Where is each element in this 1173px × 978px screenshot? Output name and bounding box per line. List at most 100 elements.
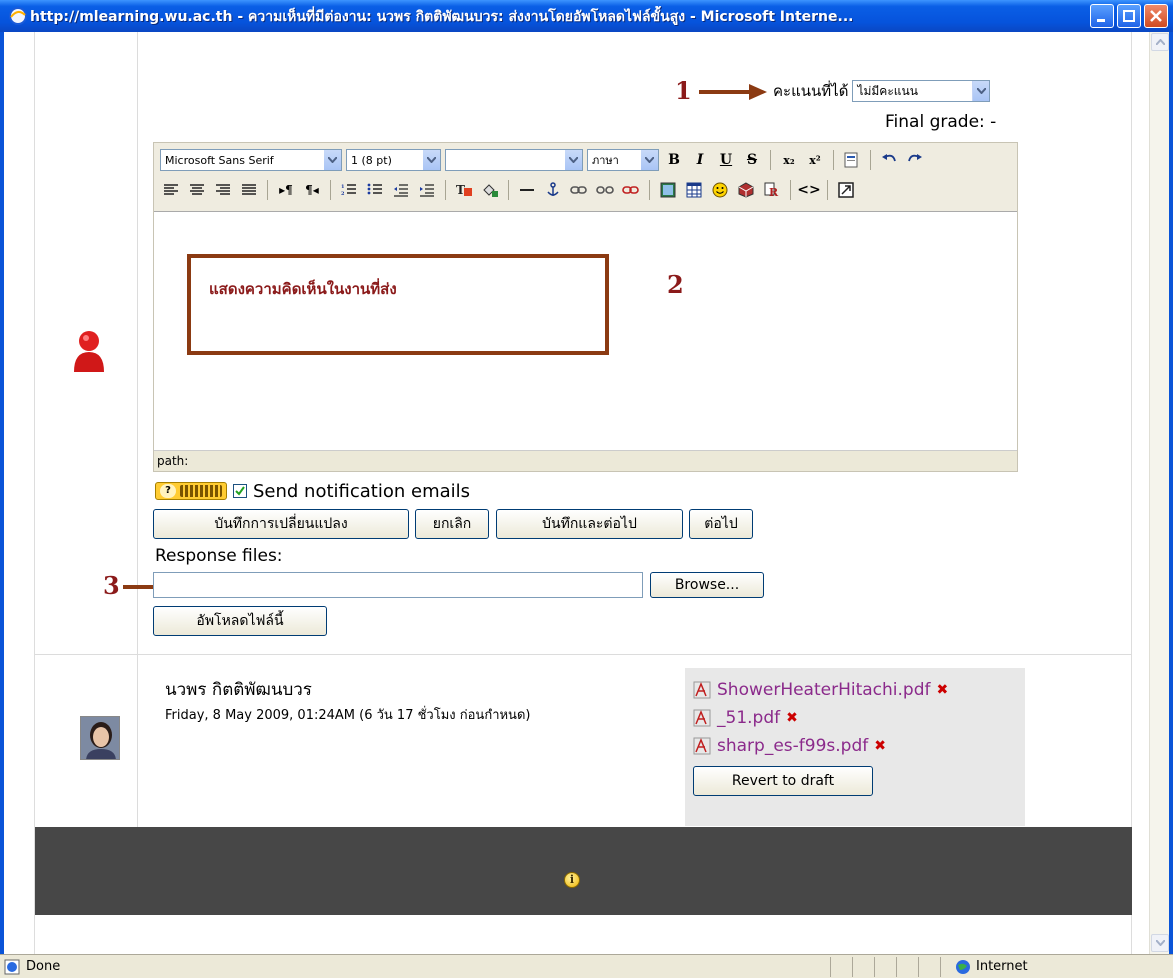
save-and-next-button[interactable]: บันทึกและต่อไป xyxy=(496,509,683,539)
window-title: http://mlearning.wu.ac.th - ความเห็นที่ม… xyxy=(30,9,854,25)
anchor-button[interactable] xyxy=(542,179,564,201)
submitter-avatar xyxy=(80,716,120,760)
align-center-icon xyxy=(190,184,204,195)
ltr-button[interactable]: ▸¶ xyxy=(275,179,297,201)
annotation-number-2: 2 xyxy=(667,270,684,299)
globe-icon xyxy=(956,960,970,974)
justify-button[interactable] xyxy=(238,179,260,201)
status-divider xyxy=(874,957,875,977)
insert-table-button[interactable] xyxy=(683,179,705,201)
toolbar-separator xyxy=(790,180,791,200)
text-color-button[interactable]: T xyxy=(453,179,475,201)
ordered-list-button[interactable]: 12 xyxy=(338,179,360,201)
score-row: คะแนนที่ได้ ไม่มีคะแนน xyxy=(773,78,991,104)
align-right-button[interactable] xyxy=(212,179,234,201)
search-replace-button[interactable]: R xyxy=(761,179,783,201)
file-link[interactable]: ShowerHeaterHitachi.pdf xyxy=(717,680,931,700)
maximize-button[interactable] xyxy=(1117,4,1141,28)
bold-button[interactable]: B xyxy=(663,149,685,171)
maximize-icon xyxy=(1123,10,1135,22)
font-family-select[interactable]: Microsoft Sans Serif xyxy=(160,149,342,171)
insert-image-button[interactable] xyxy=(657,179,679,201)
align-left-button[interactable] xyxy=(160,179,182,201)
status-divider xyxy=(852,957,853,977)
italic-button[interactable]: I xyxy=(689,149,711,171)
send-notification-checkbox[interactable] xyxy=(233,484,247,498)
horizontal-rule-icon xyxy=(520,189,534,191)
redo-button[interactable] xyxy=(904,149,926,171)
font-size-select[interactable]: 1 (8 pt) xyxy=(346,149,441,171)
undo-button[interactable] xyxy=(878,149,900,171)
nolink-button[interactable] xyxy=(620,179,642,201)
avatar-column xyxy=(35,32,138,827)
annotation-text: แสดงความคิดเห็นในงานที่ส่ง xyxy=(209,280,397,298)
editor-toolbar-row-2: ▸¶ ¶◂ 12 T R <> xyxy=(154,175,1017,205)
file-item: sharp_es-f99s.pdf ✖ xyxy=(693,734,886,758)
response-file-input[interactable] xyxy=(153,572,643,598)
align-center-button[interactable] xyxy=(186,179,208,201)
indent-icon xyxy=(420,184,434,197)
status-divider xyxy=(896,957,897,977)
scroll-down-button[interactable] xyxy=(1151,934,1169,952)
browser-window: http://mlearning.wu.ac.th - ความเห็นที่ม… xyxy=(0,0,1173,978)
editor-toolbar-row-1: Microsoft Sans Serif 1 (8 pt) ภาษา B I U… xyxy=(154,145,1017,175)
revert-to-draft-button[interactable]: Revert to draft xyxy=(693,766,873,796)
toolbar-separator xyxy=(445,180,446,200)
unordered-list-button[interactable] xyxy=(364,179,386,201)
file-item: _51.pdf ✖ xyxy=(693,706,798,730)
delete-icon[interactable]: ✖ xyxy=(786,710,798,726)
file-link[interactable]: _51.pdf xyxy=(717,708,780,728)
subscript-button[interactable]: x₂ xyxy=(778,149,800,171)
fullscreen-button[interactable] xyxy=(835,179,857,201)
send-notification-label: Send notification emails xyxy=(253,480,471,502)
save-changes-button[interactable]: บันทึกการเปลี่ยนแปลง xyxy=(153,509,409,539)
delete-icon[interactable]: ✖ xyxy=(937,682,949,698)
insert-link-button[interactable] xyxy=(568,179,590,201)
browse-button[interactable]: Browse... xyxy=(650,572,764,598)
nolink-icon xyxy=(622,186,639,194)
next-button[interactable]: ต่อไป xyxy=(689,509,753,539)
info-icon[interactable]: i xyxy=(564,872,580,888)
minimize-button[interactable] xyxy=(1090,4,1114,28)
indent-button[interactable] xyxy=(416,179,438,201)
keyboard-help-icon[interactable]: ? xyxy=(155,482,227,500)
row-divider xyxy=(35,654,1132,655)
redo-icon xyxy=(908,154,922,162)
annotation-arrow-1 xyxy=(699,84,767,100)
heading-select[interactable] xyxy=(445,149,583,171)
cube-icon xyxy=(738,182,754,198)
insert-special-button[interactable] xyxy=(735,179,757,201)
unlink-button[interactable] xyxy=(594,179,616,201)
response-files-label: Response files: xyxy=(155,546,283,566)
page-content: 1 คะแนนที่ได้ ไม่มีคะแนน Final grade: - xyxy=(34,32,1132,954)
language-select[interactable]: ภาษา xyxy=(587,149,659,171)
status-text: Done xyxy=(26,959,61,974)
cancel-button[interactable]: ยกเลิก xyxy=(415,509,489,539)
ie-icon xyxy=(9,7,27,25)
horizontal-rule-button[interactable] xyxy=(516,179,538,201)
svg-text:R: R xyxy=(769,186,779,198)
html-source-button[interactable]: <> xyxy=(797,179,820,201)
vertical-scrollbar[interactable] xyxy=(1149,32,1169,954)
background-color-button[interactable] xyxy=(479,179,501,201)
page-viewport: 1 คะแนนที่ได้ ไม่มีคะแนน Final grade: - xyxy=(4,32,1169,954)
score-select[interactable]: ไม่มีคะแนน xyxy=(852,80,991,102)
outdent-button[interactable] xyxy=(390,179,412,201)
file-link[interactable]: sharp_es-f99s.pdf xyxy=(717,736,868,756)
superscript-button[interactable]: x² xyxy=(804,149,826,171)
unordered-list-icon xyxy=(367,183,382,195)
pdf-icon xyxy=(693,681,711,699)
paste-word-button[interactable] xyxy=(841,149,863,171)
scroll-up-button[interactable] xyxy=(1151,33,1169,51)
page-done-icon xyxy=(4,959,20,975)
insert-smiley-button[interactable] xyxy=(709,179,731,201)
paint-bucket-icon xyxy=(483,184,498,197)
delete-icon[interactable]: ✖ xyxy=(874,738,886,754)
toolbar-separator xyxy=(267,180,268,200)
close-button[interactable] xyxy=(1144,4,1168,28)
rtl-button[interactable]: ¶◂ xyxy=(301,179,323,201)
toolbar-separator xyxy=(649,180,650,200)
strikethrough-button[interactable]: S xyxy=(741,149,763,171)
underline-button[interactable]: U xyxy=(715,149,737,171)
upload-file-button[interactable]: อัพโหลดไฟล์นี้ xyxy=(153,606,327,636)
